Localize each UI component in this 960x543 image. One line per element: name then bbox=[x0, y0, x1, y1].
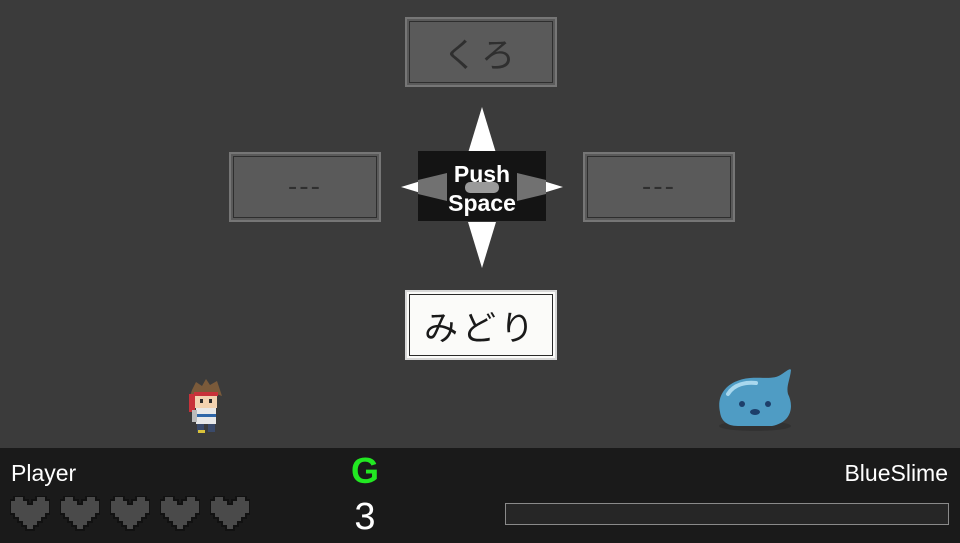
choice-right-label: --- bbox=[641, 172, 677, 202]
heart-empty-icon bbox=[110, 496, 150, 531]
heart-empty-icon bbox=[60, 496, 100, 531]
choice-top-label: くろ bbox=[443, 35, 519, 76]
player-sprite bbox=[189, 379, 222, 433]
grade-letter: G bbox=[350, 450, 379, 491]
blueslime-sprite bbox=[719, 369, 791, 431]
heart-empty-icon bbox=[210, 496, 250, 531]
enemy-name: BlueSlime bbox=[844, 460, 948, 486]
enemy-hp-bar bbox=[505, 503, 949, 525]
space-line: Space bbox=[448, 190, 516, 216]
heart-empty-icon bbox=[10, 496, 50, 531]
choice-bottom-selected[interactable]: みどり bbox=[405, 290, 557, 360]
player-name: Player bbox=[11, 460, 77, 486]
player-hearts bbox=[10, 496, 250, 532]
choice-left-label: --- bbox=[287, 172, 323, 202]
game-stage: くろ --- --- みどり Push Space bbox=[0, 0, 960, 448]
push-space-prompt[interactable]: Push Space bbox=[401, 105, 563, 270]
choice-left[interactable]: --- bbox=[229, 152, 381, 222]
heart-empty-icon bbox=[160, 496, 200, 531]
push-space-text: Push Space bbox=[418, 160, 546, 218]
choice-bottom-label: みどり bbox=[424, 308, 538, 349]
choice-top[interactable]: くろ bbox=[405, 17, 557, 87]
remaining-count: 3 bbox=[354, 496, 376, 538]
push-line: Push bbox=[453, 161, 511, 187]
choice-right[interactable]: --- bbox=[583, 152, 735, 222]
status-hud: Player G 3 BlueSlime bbox=[0, 448, 960, 543]
